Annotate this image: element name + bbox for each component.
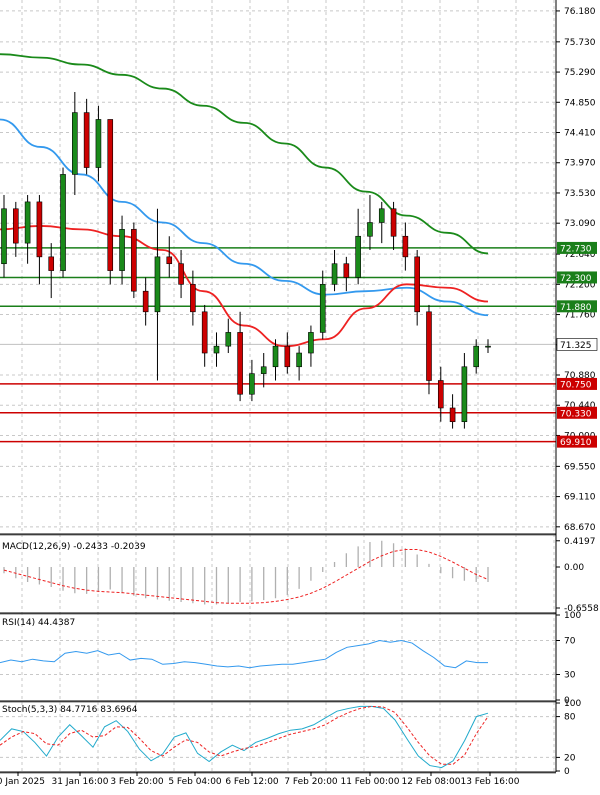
candle-body	[13, 208, 19, 244]
candle-body	[119, 229, 125, 271]
candle-body	[201, 311, 208, 354]
candle-body	[308, 332, 314, 354]
price-panel	[0, 53, 556, 443]
y-tick-label: 69.550	[564, 462, 596, 472]
axes: 76.180 75.730 75.290 74.850 74.410 73.970 73.5…	[0, 0, 599, 787]
x-tick-label: 11 Feb 00:00	[340, 777, 399, 787]
grid-lines	[0, 0, 556, 771]
candle-body	[83, 112, 90, 168]
x-tick-label: 12 Feb 08:00	[401, 777, 460, 787]
candle-body	[48, 256, 55, 271]
candle-body	[190, 284, 196, 313]
candle-body	[36, 201, 43, 258]
candle-body	[367, 222, 373, 237]
candle-body	[284, 345, 291, 368]
candle-body	[449, 407, 456, 423]
trading-chart: 76.180 75.730 75.290 74.850 74.410 73.970 73.5…	[0, 0, 599, 787]
rsi-label: RSI(14) 44.4387	[2, 618, 75, 628]
candle-body	[296, 352, 302, 368]
y-tick-label: 68.670	[564, 523, 596, 533]
y-tick-label: 0.00	[564, 563, 584, 573]
y-tick-label: 76.180	[564, 7, 596, 17]
x-tick-label: 5 Feb 04:00	[168, 777, 222, 787]
x-tick-label: 7 Feb 20:00	[284, 777, 338, 787]
x-tick-label: 6 Feb 12:00	[225, 777, 279, 787]
y-tick-label: 75.290	[564, 68, 596, 78]
candle-body	[1, 208, 7, 265]
candle-body	[414, 256, 420, 313]
y-tick-label: 0.4197	[564, 537, 596, 547]
candle-body	[72, 112, 78, 175]
current-price-label: 71.325	[560, 341, 592, 351]
stoch-signal-line	[0, 705, 489, 765]
support-label: 69.910	[560, 438, 592, 448]
candle-body	[213, 345, 220, 354]
candle-body	[378, 208, 385, 223]
y-tick-label: 100	[564, 699, 581, 709]
candle-body	[142, 290, 149, 313]
candle-body	[390, 208, 397, 237]
support-label: 70.330	[560, 409, 592, 419]
rsi-line	[0, 639, 488, 669]
candle-body	[178, 263, 184, 285]
candle-body	[461, 366, 468, 423]
y-tick-label: 30	[564, 671, 576, 681]
support-label: 70.750	[560, 380, 592, 390]
resistance-label: 72.730	[560, 244, 592, 254]
candle-body	[402, 235, 409, 258]
y-tick-label: 74.410	[564, 129, 596, 139]
y-tick-label: 0	[564, 767, 570, 777]
candle-body	[355, 235, 361, 278]
candle-body	[60, 174, 66, 271]
x-tick-label: 3 Feb 20:00	[110, 777, 164, 787]
y-tick-label: 100	[564, 611, 581, 621]
candle-body	[473, 345, 479, 368]
y-tick-label: 70	[564, 637, 576, 647]
candle-body	[426, 311, 432, 381]
candle-body	[272, 345, 279, 368]
candle-body	[331, 263, 338, 285]
candle-body	[24, 201, 31, 244]
macd-signal-line	[3, 549, 489, 604]
candle-body	[319, 284, 326, 333]
y-tick-label: 80	[564, 713, 576, 723]
x-tick-label: 30 Jan 2025	[0, 777, 45, 787]
stoch-label: Stoch(5,3,3) 84.7716 83.6964	[2, 705, 138, 715]
y-tick-label: 73.970	[564, 159, 596, 169]
y-tick-label: 20	[564, 753, 576, 763]
macd-label: MACD(12,26,9) -0.2433 -0.2039	[2, 542, 146, 552]
y-tick-label: 74.850	[564, 98, 596, 108]
resistance-label: 71.880	[560, 303, 592, 313]
candle-body	[343, 263, 350, 278]
x-tick-label: 31 Jan 16:00	[52, 777, 109, 787]
resistance-label: 72.300	[560, 274, 592, 284]
candle-body	[131, 229, 137, 292]
rsi-panel	[0, 639, 488, 669]
candle-body	[166, 256, 173, 265]
y-tick-label: 73.090	[564, 219, 596, 229]
candle-body	[225, 332, 232, 347]
stoch-panel	[0, 705, 489, 769]
candle-body	[154, 256, 161, 313]
candle-body	[107, 119, 114, 271]
candle-body	[95, 119, 102, 168]
stoch-main-line	[0, 705, 489, 769]
candle-body	[260, 366, 267, 374]
candle-body	[485, 345, 491, 348]
candle-body	[249, 373, 255, 395]
candle-body	[437, 380, 444, 409]
y-tick-label: 73.530	[564, 189, 596, 199]
candle-body	[237, 332, 243, 395]
y-tick-label: 69.110	[564, 493, 596, 503]
y-tick-label: 75.730	[564, 38, 596, 48]
x-tick-label: 13 Feb 16:00	[460, 777, 519, 787]
chart-stage: 76.180 75.730 75.290 74.850 74.410 73.970 73.5…	[0, 0, 600, 791]
